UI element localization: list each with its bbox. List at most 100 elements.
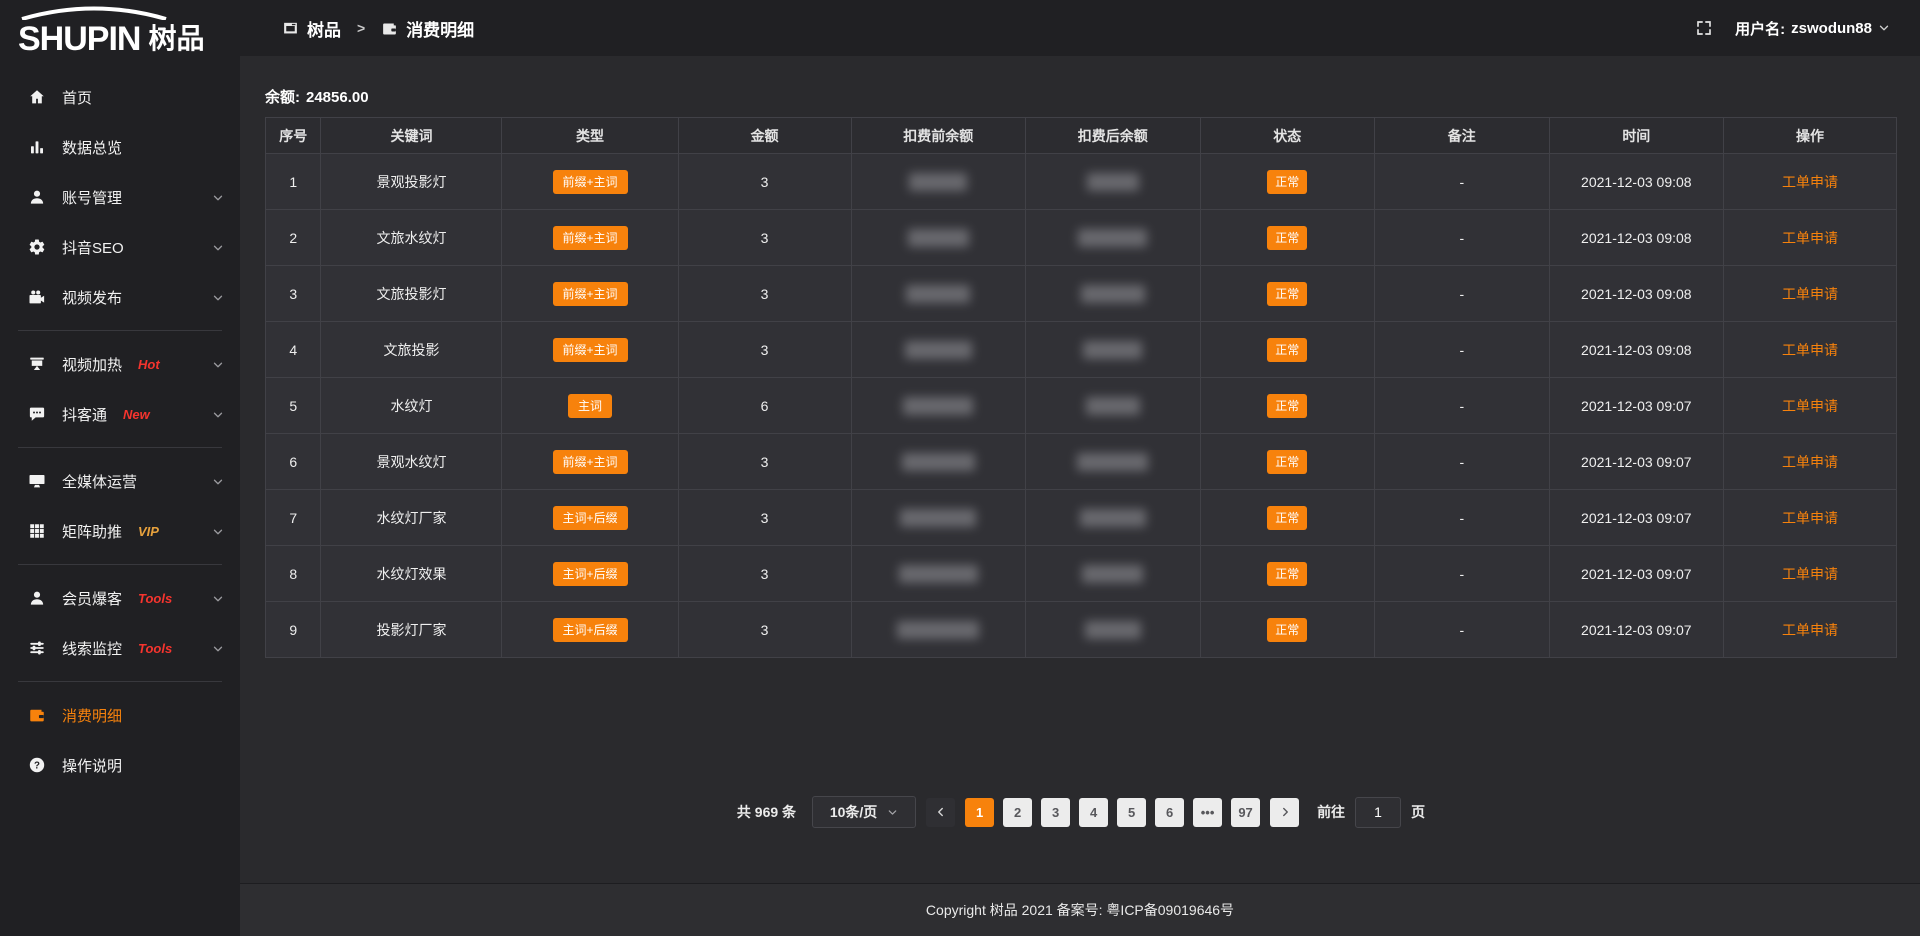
cell-action: 工单申请 [1724,378,1897,434]
user-menu[interactable]: 用户名: zswodun88 [1735,18,1890,39]
cell-remark: - [1375,378,1550,434]
status-badge: 正常 [1267,562,1307,586]
cell-balance-before [851,378,1026,434]
sidebar-item-account-management[interactable]: 账号管理 [0,172,240,222]
sidebar-item-video-publish[interactable]: 视频发布 [0,272,240,322]
breadcrumb-label: 树品 [307,16,341,41]
blurred-value [908,229,969,247]
cell-keyword: 景观水纹灯 [321,434,502,490]
pagination-page-6[interactable]: 6 [1155,798,1184,827]
sidebar-item-member-baoke[interactable]: 会员爆客Tools [0,573,240,623]
work-order-link[interactable]: 工单申请 [1782,398,1838,414]
pagination-page-4[interactable]: 4 [1079,798,1108,827]
copyright-text: Copyright 树品 2021 备案号: 粤ICP备09019646号 [926,900,1234,920]
cell-time: 2021-12-03 09:07 [1549,490,1724,546]
fullscreen-icon[interactable] [1695,19,1713,37]
work-order-link[interactable]: 工单申请 [1782,454,1838,470]
blurred-value [1082,565,1143,583]
sidebar-item-badge: Tools [138,591,172,606]
cell-action: 工单申请 [1724,602,1897,658]
type-badge: 主词+后缀 [553,506,628,530]
page-size-select[interactable]: 10条/页 [812,796,916,828]
goto-page-input[interactable] [1355,797,1401,828]
sidebar-item-matrix-boost[interactable]: 矩阵助推VIP [0,506,240,556]
work-order-link[interactable]: 工单申请 [1782,510,1838,526]
column-header: 关键词 [321,118,502,154]
blurred-value [1081,285,1145,303]
table-row: 6景观水纹灯前缀+主词3正常-2021-12-03 09:07工单申请 [266,434,1897,490]
sidebar-item-home[interactable]: 首页 [0,72,240,122]
column-header: 扣费前余额 [851,118,1026,154]
chat-icon [28,405,46,423]
cell-status: 正常 [1200,434,1375,490]
sidebar-item-label: 矩阵助推 [62,521,122,542]
page-size-value: 10条/页 [830,802,877,822]
sidebar-item-operation-guide[interactable]: ?操作说明 [0,740,240,790]
cell-balance-before [851,490,1026,546]
work-order-link[interactable]: 工单申请 [1782,342,1838,358]
grid-icon [28,522,46,540]
user-icon [28,589,46,607]
sidebar-item-badge: Hot [138,357,160,372]
work-order-link[interactable]: 工单申请 [1782,174,1838,190]
topbar: 树品 > 消费明细 用户名: zswodun88 [240,0,1920,56]
sidebar-item-media-operation[interactable]: 全媒体运营 [0,456,240,506]
column-header: 状态 [1200,118,1375,154]
app-window-icon [282,20,299,37]
type-badge: 前缀+主词 [553,338,628,362]
cell-index: 9 [266,602,321,658]
cell-keyword: 文旅投影灯 [321,266,502,322]
cell-amount: 3 [678,490,851,546]
blurred-value [905,341,972,359]
chevron-down-icon [212,241,224,253]
cell-amount: 3 [678,602,851,658]
cell-balance-after [1026,378,1201,434]
cell-balance-before [851,434,1026,490]
table-row: 1景观投影灯前缀+主词3正常-2021-12-03 09:08工单申请 [266,154,1897,210]
cell-action: 工单申请 [1724,434,1897,490]
sidebar-item-video-heating[interactable]: 视频加热Hot [0,339,240,389]
cell-remark: - [1375,546,1550,602]
pagination: 共 969 条 10条/页 123456•••97 前往 页 [265,796,1897,828]
cell-time: 2021-12-03 09:07 [1549,378,1724,434]
work-order-link[interactable]: 工单申请 [1782,230,1838,246]
sidebar-item-douketong[interactable]: 抖客通New [0,389,240,439]
cell-amount: 3 [678,322,851,378]
sidebar-item-data-overview[interactable]: 数据总览 [0,122,240,172]
status-badge: 正常 [1267,282,1307,306]
cell-index: 7 [266,490,321,546]
pagination-page-97[interactable]: 97 [1231,798,1260,827]
logo: SHUPIN 树品 [0,0,240,62]
cell-amount: 3 [678,210,851,266]
pagination-page-1[interactable]: 1 [965,798,994,827]
sidebar-item-badge: New [123,407,150,422]
goto-label: 前往 [1317,802,1345,822]
type-badge: 主词+后缀 [553,562,628,586]
cell-status: 正常 [1200,266,1375,322]
pagination-page-3[interactable]: 3 [1041,798,1070,827]
cell-balance-before [851,266,1026,322]
pagination-prev-button[interactable] [926,798,955,827]
sidebar-item-clue-monitor[interactable]: 线索监控Tools [0,623,240,673]
work-order-link[interactable]: 工单申请 [1782,622,1838,638]
logo-text-cn: 树品 [148,24,204,54]
pagination-next-button[interactable] [1270,798,1299,827]
cell-type: 前缀+主词 [502,266,678,322]
home-icon [28,88,46,106]
bar-chart-icon [28,138,46,156]
user-icon [28,188,46,206]
blurred-value [902,453,975,471]
cell-index: 8 [266,546,321,602]
consumption-table: 序号关键词类型金额扣费前余额扣费后余额状态备注时间操作 1景观投影灯前缀+主词3… [265,117,1897,658]
work-order-link[interactable]: 工单申请 [1782,566,1838,582]
sidebar-item-douyin-seo[interactable]: 抖音SEO [0,222,240,272]
pagination-ellipsis-button[interactable]: ••• [1193,798,1222,827]
breadcrumb-item-shupin[interactable]: 树品 [282,16,341,41]
breadcrumb: 树品 > 消费明细 [282,16,474,41]
work-order-link[interactable]: 工单申请 [1782,286,1838,302]
cell-index: 3 [266,266,321,322]
pagination-page-2[interactable]: 2 [1003,798,1032,827]
sidebar-item-consumption-detail[interactable]: 消费明细 [0,690,240,740]
status-badge: 正常 [1267,450,1307,474]
pagination-page-5[interactable]: 5 [1117,798,1146,827]
